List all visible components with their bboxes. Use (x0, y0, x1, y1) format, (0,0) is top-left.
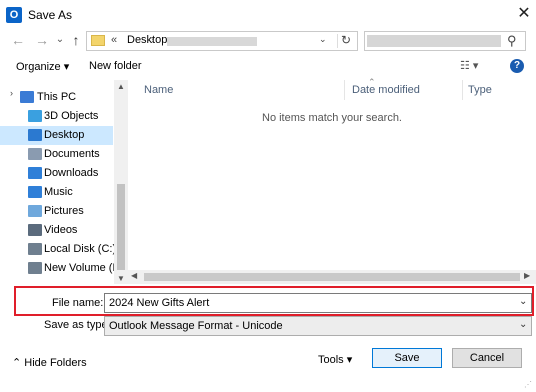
redacted-search-text (367, 35, 501, 47)
downloads-icon (28, 167, 42, 179)
3d-objects-icon (28, 110, 42, 122)
scroll-right-icon[interactable]: ▶ (524, 271, 530, 280)
pictures-icon (28, 205, 42, 217)
breadcrumb-chevron-icon[interactable]: › (151, 35, 154, 46)
close-button[interactable]: ✕ (514, 4, 534, 24)
sidebar-item[interactable]: This PC (0, 88, 113, 107)
sidebar-item[interactable]: Downloads (0, 164, 113, 183)
folder-icon (91, 35, 105, 46)
sidebar-item[interactable]: 3D Objects (0, 107, 113, 126)
view-options-icon[interactable]: ☷ ▾ (460, 59, 478, 72)
address-dropdown-icon[interactable]: ⌄ (319, 34, 327, 45)
sidebar-item[interactable]: Music (0, 183, 113, 202)
scroll-down-icon[interactable]: ▼ (117, 274, 125, 283)
sidebar-item-label: Documents (44, 148, 100, 160)
documents-icon (28, 148, 42, 160)
hide-folders-button[interactable]: ⌃ Hide Folders (12, 356, 87, 369)
cancel-button[interactable]: Cancel (452, 348, 522, 368)
overflow-chevron-icon[interactable]: « (111, 34, 117, 46)
address-bar[interactable]: « Desktop › ⌄ ↻ (86, 31, 358, 51)
sidebar-item-label: This PC (37, 91, 77, 103)
breadcrumb-desktop[interactable]: Desktop (127, 34, 167, 46)
sidebar-item[interactable]: Pictures (0, 202, 113, 221)
file-name-input[interactable]: 2024 New Gifts Alert (104, 293, 532, 313)
refresh-icon[interactable]: ↻ (341, 33, 351, 47)
recent-locations-button[interactable]: ⌄ (52, 31, 68, 49)
column-divider[interactable] (344, 80, 345, 100)
search-box[interactable]: ⚲ (364, 31, 526, 51)
save-type-select[interactable]: Outlook Message Format - Unicode (104, 316, 532, 336)
organize-button[interactable]: Organize ▾ (16, 60, 69, 73)
save-button[interactable]: Save (372, 348, 442, 368)
search-icon[interactable]: ⚲ (507, 33, 517, 49)
column-divider[interactable] (462, 80, 463, 100)
save-type-label: Save as type: (44, 319, 111, 331)
forward-button[interactable]: → (34, 31, 50, 49)
sidebar-item-label: Downloads (44, 167, 99, 179)
help-icon[interactable]: ? (510, 59, 524, 73)
sidebar-item[interactable]: Documents (0, 145, 113, 164)
divider (337, 34, 338, 48)
back-button[interactable]: ← (10, 31, 26, 49)
nav-scrollbar-thumb[interactable] (117, 184, 125, 270)
expand-chevron-icon[interactable]: › (10, 88, 13, 98)
sidebar-item[interactable]: New Volume (D: (0, 259, 123, 278)
command-bar: Organize ▾ New folder ☷ ▾ ? (0, 56, 536, 78)
computer-icon (20, 91, 34, 103)
sidebar-item[interactable]: Videos (0, 221, 113, 240)
list-scrollbar-thumb[interactable] (144, 273, 520, 281)
scroll-left-icon[interactable]: ◀ (131, 271, 137, 280)
column-date-modified[interactable]: Date modified (352, 84, 420, 96)
navigation-pane: This PC 3D Objects Desktop Documents Downloa… (0, 80, 128, 284)
sidebar-item-label: Videos (44, 224, 78, 236)
up-button[interactable]: ↑ (68, 31, 84, 49)
title-bar (0, 0, 536, 30)
sidebar-item[interactable]: Local Disk (C:) (0, 240, 117, 259)
music-icon (28, 186, 42, 198)
sidebar-item-label: 3D Objects (44, 110, 99, 122)
sidebar-item-label: Music (44, 186, 73, 198)
sidebar-item-label: Desktop (44, 129, 85, 141)
resize-grip-icon[interactable]: ⋰ (524, 380, 534, 390)
window-title: Save As (28, 8, 73, 22)
scroll-up-icon[interactable]: ▲ (117, 82, 125, 91)
file-name-dropdown-icon[interactable]: ⌄ (519, 296, 527, 307)
redacted-path (167, 37, 257, 46)
outlook-icon: O (6, 7, 22, 23)
drive-icon (28, 262, 42, 274)
desktop-icon (28, 129, 42, 141)
new-folder-button[interactable]: New folder (89, 60, 142, 72)
empty-message: No items match your search. (262, 112, 402, 124)
sidebar-item-label: Pictures (44, 205, 84, 217)
videos-icon (28, 224, 42, 236)
file-name-label: File name: (52, 297, 104, 309)
tools-button[interactable]: Tools ▾ (318, 353, 352, 366)
save-type-dropdown-icon[interactable]: ⌄ (519, 319, 527, 330)
drive-icon (28, 243, 42, 255)
column-type[interactable]: Type (468, 84, 492, 96)
column-header: ⌃ Name Date modified Type (128, 77, 536, 100)
column-name[interactable]: Name (144, 84, 173, 96)
sidebar-item-label: Local Disk (C:) (44, 243, 117, 255)
sidebar-item[interactable]: Desktop (0, 126, 113, 145)
sidebar-item-label: New Volume (D: (44, 262, 124, 274)
